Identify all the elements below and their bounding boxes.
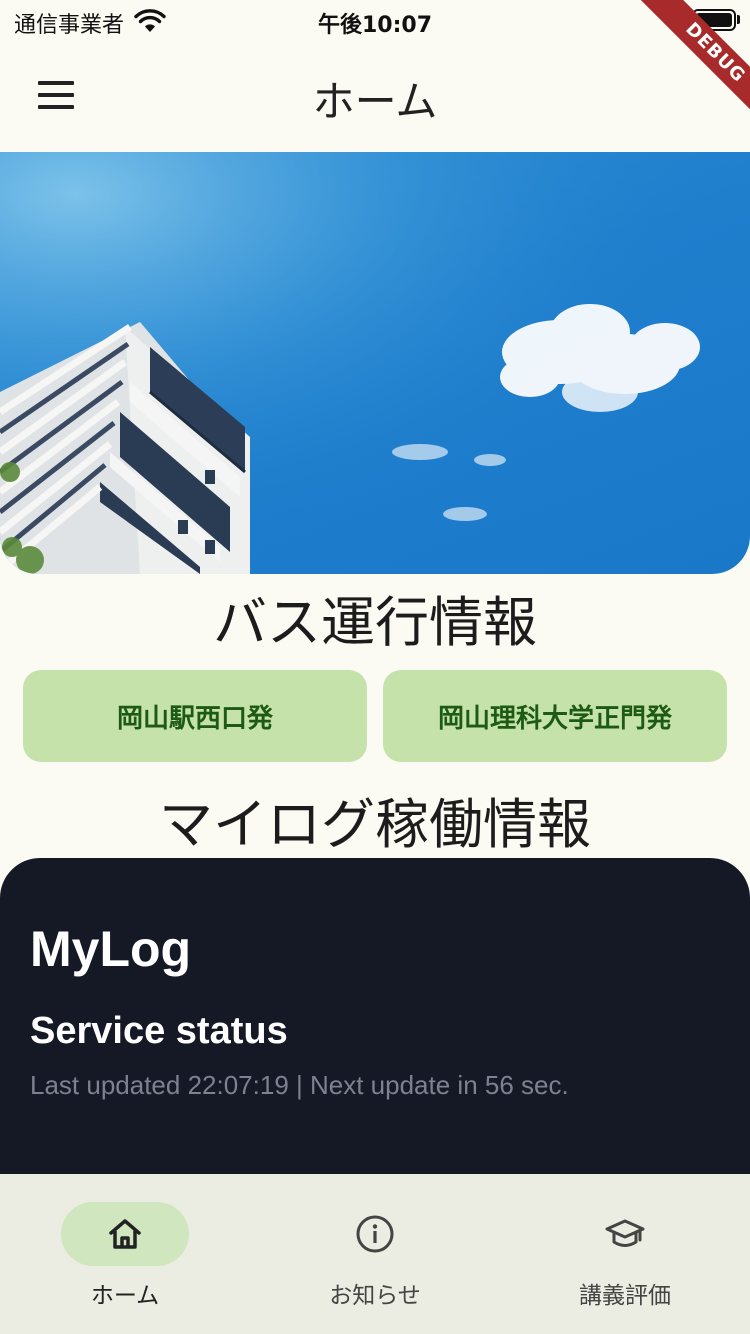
update-timestamp: Last updated 22:07:19 | Next update in 5… bbox=[30, 1070, 569, 1100]
info-icon bbox=[356, 1215, 394, 1253]
page-title: ホーム bbox=[312, 77, 438, 126]
nav-item-news[interactable]: お知らせ bbox=[250, 1174, 500, 1334]
bottom-navigation: ホーム お知らせ 講義評価 bbox=[0, 1174, 750, 1334]
mylog-status-card: MyLog Service status Last updated 22:07:… bbox=[0, 858, 750, 1198]
nav-item-home[interactable]: ホーム bbox=[0, 1174, 250, 1334]
mylog-info-title: マイログ稼働情報 bbox=[159, 793, 591, 856]
campus-building-illustration bbox=[0, 152, 750, 574]
hero-image bbox=[0, 152, 750, 574]
nav-label-home: ホーム bbox=[90, 1283, 160, 1309]
mylog-brand: MyLog bbox=[30, 921, 192, 977]
home-icon bbox=[109, 1219, 141, 1249]
nav-label-course-evaluation: 講義評価 bbox=[579, 1283, 671, 1309]
nav-label-news: お知らせ bbox=[329, 1283, 421, 1309]
bus-ous-main-gate-button[interactable]: 岡山理科大学正門発 bbox=[383, 670, 727, 762]
nav-item-course-evaluation[interactable]: 講義評価 bbox=[500, 1174, 750, 1334]
status-bar: 通信事業者 午後10:07 bbox=[0, 0, 750, 42]
battery-tip bbox=[737, 15, 740, 24]
bus-okayama-station-west-button[interactable]: 岡山駅西口発 bbox=[23, 670, 367, 762]
app-bar: ホーム bbox=[0, 42, 750, 152]
graduation-cap-icon bbox=[605, 1219, 645, 1247]
bus-info-title: バス運行情報 bbox=[213, 591, 537, 654]
status-clock: 午後10:07 bbox=[317, 13, 433, 38]
service-status-heading: Service status bbox=[30, 1010, 288, 1052]
